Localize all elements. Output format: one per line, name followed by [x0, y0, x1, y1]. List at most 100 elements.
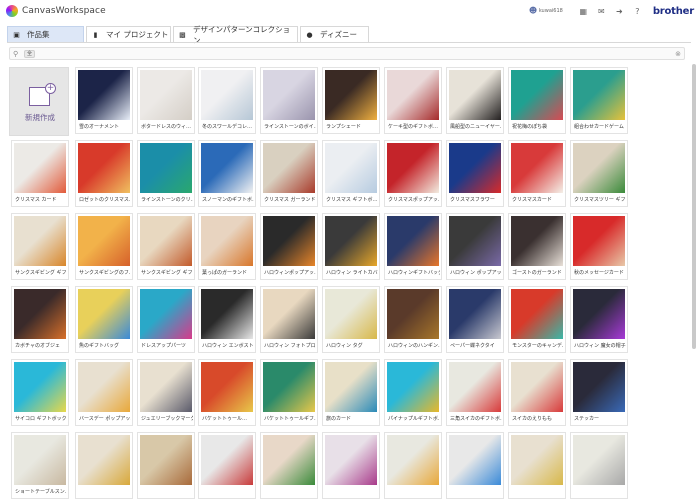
project-tile[interactable]: スイカのえりもも	[508, 359, 566, 426]
tab-disney[interactable]: ● ディズニー	[300, 26, 369, 42]
project-tile[interactable]: サンクスギビング ギフ…	[137, 213, 195, 280]
project-tile[interactable]: ボタードレスのウィ…	[137, 67, 195, 134]
project-tile[interactable]: クリスマス ガーランド	[260, 140, 318, 207]
project-tile[interactable]: 葉っぱのガーランド	[198, 213, 256, 280]
project-tile[interactable]	[137, 432, 195, 499]
project-tile[interactable]: ハロウィンのハンギン…	[384, 286, 442, 353]
project-tile[interactable]: 旅のカード	[322, 359, 380, 426]
folder-icon: ▮	[93, 30, 98, 39]
user-icon[interactable]: ☻	[529, 7, 537, 15]
image-icon: ▣	[13, 30, 20, 39]
project-tile[interactable]	[570, 432, 628, 499]
project-tile[interactable]: バケットトゥール…	[198, 359, 256, 426]
project-tile[interactable]: ラインストーンのクリ…	[137, 140, 195, 207]
project-tile[interactable]: クリスマスポップアッ…	[384, 140, 442, 207]
library-icon[interactable]: ▦	[579, 7, 588, 16]
project-thumbnail	[387, 70, 439, 120]
tab-design-patterns[interactable]: ▩ デザインパターンコレクション	[173, 25, 298, 45]
project-title: ラインストーンのボイ…	[264, 124, 316, 130]
project-tile[interactable]: サンクスギビング ギフ…	[11, 213, 69, 280]
project-thumbnail	[325, 70, 377, 120]
project-tile[interactable]: クリスマスフラワー	[446, 140, 504, 207]
project-tile[interactable]	[75, 432, 133, 499]
clear-icon[interactable]: ⊗	[675, 50, 681, 58]
project-title: ドレスアップパーツ	[141, 343, 186, 349]
project-thumbnail	[14, 362, 66, 412]
project-tile[interactable]: ランプシェード	[322, 67, 380, 134]
project-tile[interactable]: ハロウィン エンボスト…	[198, 286, 256, 353]
project-title: クリスマス ギフトボ…	[326, 197, 378, 203]
project-tile[interactable]: ペーパー蝶ネクタイ	[446, 286, 504, 353]
search-input[interactable]	[38, 48, 676, 59]
tab-portfolio[interactable]: ▣ 作品集	[7, 26, 84, 42]
project-thumbnail	[573, 435, 625, 485]
app-logo[interactable]: CanvasWorkspace	[6, 5, 106, 17]
project-thumbnail	[325, 216, 377, 266]
project-thumbnail	[201, 435, 253, 485]
new-project-tile[interactable]: + 新規作成	[9, 67, 69, 136]
tab-my-projects[interactable]: ▮ マイ プロジェクト	[86, 26, 171, 42]
project-thumbnail	[573, 70, 625, 120]
project-thumbnail	[511, 362, 563, 412]
user-name[interactable]: kuwai618	[539, 8, 563, 14]
filter-chip[interactable]: 全	[24, 49, 36, 58]
project-tile[interactable]: バースデー ポップアッ…	[75, 359, 133, 426]
project-tile[interactable]: クリスマスツリー ギフ…	[570, 140, 628, 207]
project-tile[interactable]: サンクスギビングのフ…	[75, 213, 133, 280]
project-title: 旅のカード	[326, 416, 352, 422]
help-icon[interactable]: ?	[633, 7, 642, 16]
project-tile[interactable]: カボチャのオブジェ	[11, 286, 69, 353]
project-tile[interactable]	[446, 432, 504, 499]
project-tile[interactable]: 魚のギフトバッグ	[75, 286, 133, 353]
project-tile[interactable]: 冬のスワールデコレ…	[198, 67, 256, 134]
project-tile[interactable]	[384, 432, 442, 499]
project-tile[interactable]: 風船型のニューイヤー…	[446, 67, 504, 134]
project-thumbnail	[78, 216, 130, 266]
project-tile[interactable]: ロゼットのクリスマス…	[75, 140, 133, 207]
project-tile[interactable]: クリスマス カード	[11, 140, 69, 207]
project-tile[interactable]: ハロウィンギフトバッグ	[384, 213, 442, 280]
tab-label: 作品集	[27, 30, 50, 39]
tab-label: ディズニー	[320, 30, 357, 39]
project-tile[interactable]	[198, 432, 256, 499]
project-tile[interactable]: パイナップルギフトボ…	[384, 359, 442, 426]
project-tile[interactable]: ショートテーブルスン…	[11, 432, 69, 499]
project-tile[interactable]: ハロウィンポップアッ…	[260, 213, 318, 280]
scrollbar[interactable]	[692, 64, 696, 349]
project-tile[interactable]: スノーマンのギフトボ…	[198, 140, 256, 207]
project-tile[interactable]: 雪のオーナメント	[75, 67, 133, 134]
project-tile[interactable]: 三角スイカのギフトボ…	[446, 359, 504, 426]
project-title: モンスターのキャンデ…	[512, 343, 564, 349]
project-tile[interactable]: ゴーストのガーランド	[508, 213, 566, 280]
project-thumbnail	[449, 435, 501, 485]
project-tile[interactable]: ハロウィン フォトプロ…	[260, 286, 318, 353]
project-tile[interactable]: ステッカー	[570, 359, 628, 426]
project-tile[interactable]: ドレスアップパーツ	[137, 286, 195, 353]
project-tile[interactable]: ハロウィン タグ	[322, 286, 380, 353]
project-tile[interactable]: クリスマスカード	[508, 140, 566, 207]
project-tile[interactable]: ラインストーンのボイ…	[260, 67, 318, 134]
project-tile[interactable]: モンスターのキャンデ…	[508, 286, 566, 353]
project-tile[interactable]: クリスマス ギフトボ…	[322, 140, 380, 207]
project-thumbnail	[263, 362, 315, 412]
project-tile[interactable]: ジュエリーブックマーク	[137, 359, 195, 426]
project-tile[interactable]: 秋のメッセージカード	[570, 213, 628, 280]
project-tile[interactable]: 組合わせカードゲーム	[570, 67, 628, 134]
project-title: スノーマンのギフトボ…	[202, 197, 254, 203]
project-tile[interactable]: ケーキ型のギフトボ…	[384, 67, 442, 134]
project-tile[interactable]	[508, 432, 566, 499]
project-thumbnail	[449, 70, 501, 120]
project-tile[interactable]: サイコロ ギフトボックス	[11, 359, 69, 426]
logout-icon[interactable]: ➜	[615, 7, 624, 16]
app-header: CanvasWorkspace ☻ kuwai618 ▦ ✉ ➜ ? broth…	[0, 0, 700, 22]
project-thumbnail	[511, 435, 563, 485]
project-tile[interactable]: ハロウィン ポップアッ…	[446, 213, 504, 280]
mail-icon[interactable]: ✉	[597, 7, 606, 16]
project-tile[interactable]: バケットトゥールギフ…	[260, 359, 318, 426]
brand-logo: brother	[652, 5, 694, 17]
project-tile[interactable]: ハロウィン ライトカバー	[322, 213, 380, 280]
project-tile[interactable]: 祝花梅のぽち袋	[508, 67, 566, 134]
project-tile[interactable]	[322, 432, 380, 499]
project-tile[interactable]	[260, 432, 318, 499]
project-tile[interactable]: ハロウィン 魔女の帽子	[570, 286, 628, 353]
